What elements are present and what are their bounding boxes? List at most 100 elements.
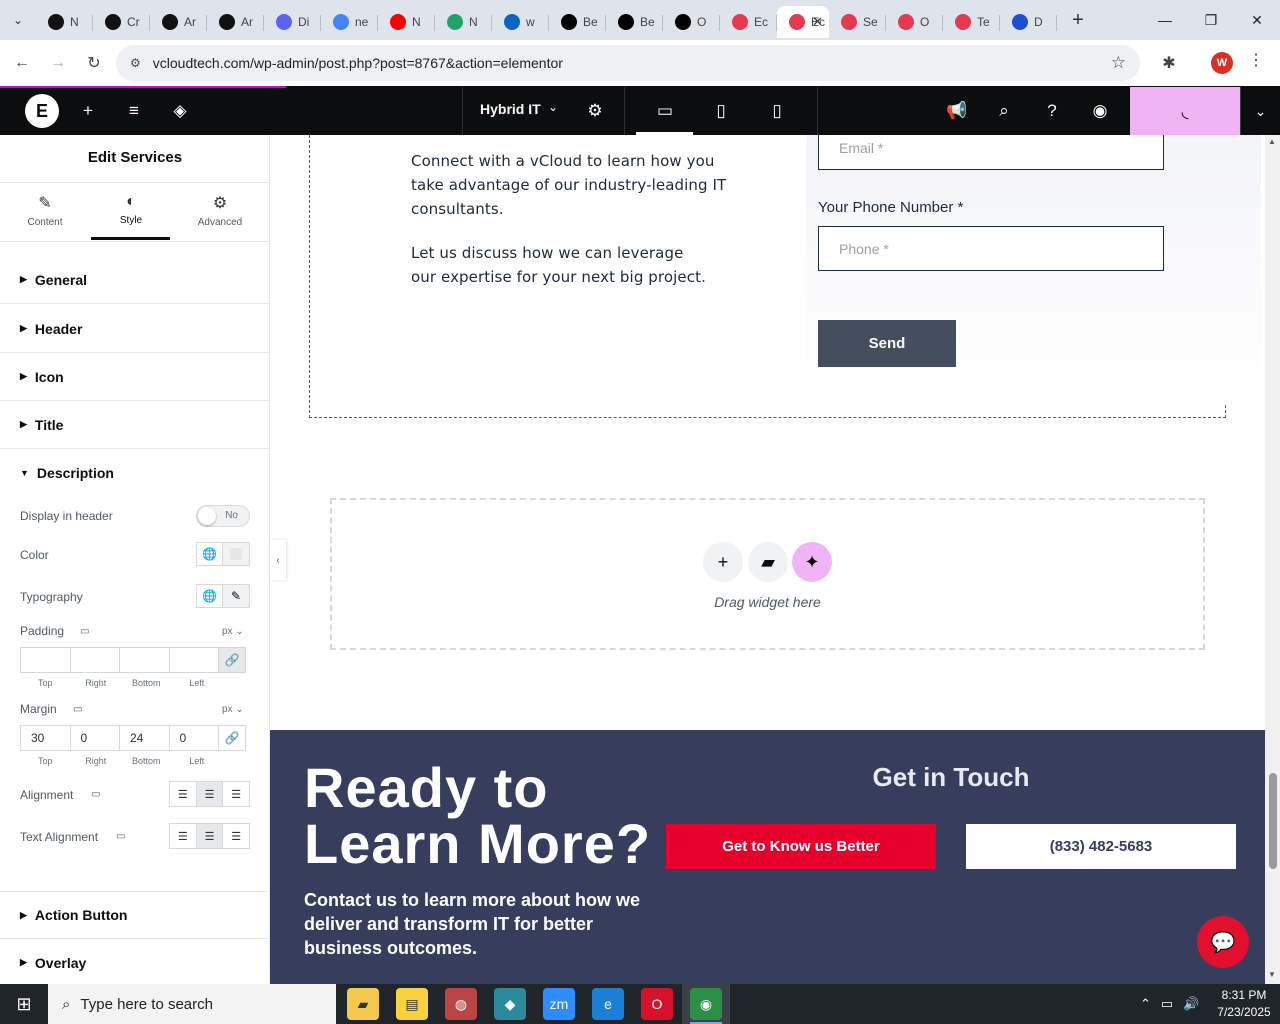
windows-start-icon[interactable]: ⊞ <box>0 984 48 1024</box>
page-settings-gear-icon[interactable]: ⚙ <box>581 97 609 125</box>
edge-icon[interactable]: e <box>592 988 624 1020</box>
structure-layers-icon[interactable]: ◈ <box>166 97 194 125</box>
desktop-responsive-icon[interactable]: ▭ <box>80 626 89 637</box>
site-settings-sliders-icon[interactable]: ≡ <box>120 97 148 125</box>
browser-tab[interactable]: w <box>492 6 549 38</box>
reload-icon[interactable]: ↻ <box>76 45 112 81</box>
tab-style[interactable]: ◐ Style <box>91 193 171 226</box>
browser-tab[interactable]: ne <box>321 6 378 38</box>
add-section-icon[interactable]: + <box>703 542 743 582</box>
bookmark-star-icon[interactable]: ☆ <box>1111 53 1126 73</box>
restore-icon[interactable]: ❐ <box>1188 0 1234 40</box>
site-info-icon[interactable]: ⚙ <box>130 56 141 70</box>
section-action-button[interactable]: ▶ Action Button <box>0 891 270 939</box>
section-header[interactable]: ▶ Header <box>0 305 270 353</box>
taskbar-search[interactable]: ⌕ Type here to search <box>48 984 336 1024</box>
section-icon[interactable]: ▶ Icon <box>0 353 270 401</box>
url-text[interactable]: vcloudtech.com/wp-admin/post.php?post=87… <box>153 55 563 71</box>
tab-content[interactable]: ✎ Content <box>5 193 85 228</box>
elementor-logo-icon[interactable]: E <box>25 94 59 128</box>
browser-tab[interactable]: Cr <box>93 6 150 38</box>
globe-icon[interactable]: 🌐 <box>196 584 223 608</box>
typography-edit-pencil-icon[interactable]: ✎ <box>223 584 250 608</box>
mobile-device-icon[interactable]: ▯ <box>763 97 791 125</box>
phone-field[interactable]: Phone * <box>818 226 1164 271</box>
padding-bottom-input[interactable] <box>119 647 170 673</box>
display-in-header-toggle[interactable]: No <box>196 505 250 527</box>
text-align-center-icon[interactable]: ☰ <box>196 824 224 848</box>
browser-tab[interactable]: Ar <box>150 6 207 38</box>
page-name[interactable]: Hybrid IT <box>480 101 541 117</box>
browser-tab[interactable]: D <box>1000 6 1057 38</box>
phone-button[interactable]: (833) 482-5683 <box>966 824 1236 869</box>
forward-icon[interactable]: → <box>40 45 76 81</box>
section-overlay[interactable]: ▶ Overlay <box>0 939 270 987</box>
padding-left-input[interactable] <box>168 647 219 673</box>
align-center-icon[interactable]: ☰ <box>196 782 224 806</box>
scroll-down-icon[interactable]: ▼ <box>1268 970 1276 979</box>
opera-icon[interactable]: O <box>641 988 673 1020</box>
template-folder-icon[interactable]: ▰ <box>748 542 788 582</box>
app-icon[interactable]: ◍ <box>445 988 477 1020</box>
back-icon[interactable]: ← <box>4 45 40 81</box>
add-element-icon[interactable]: + <box>74 97 102 125</box>
scroll-up-icon[interactable]: ▲ <box>1268 137 1276 146</box>
browser-tab[interactable]: Ar <box>207 6 264 38</box>
globe-icon[interactable]: 🌐 <box>196 542 223 566</box>
browser-tab[interactable]: Be <box>549 6 606 38</box>
align-right-icon[interactable]: ☰ <box>223 782 249 806</box>
app-icon[interactable]: ◆ <box>494 988 526 1020</box>
section-title[interactable]: ▶ Title <box>0 401 270 449</box>
empty-drop-zone[interactable]: + ▰ ✦ Drag widget here <box>330 498 1205 650</box>
get-to-know-button[interactable]: Get to Know us Better <box>666 824 936 869</box>
notifications-megaphone-icon[interactable]: 📢 <box>943 97 971 125</box>
tray-chevron-icon[interactable]: ⌃ <box>1140 996 1151 1012</box>
browser-tab[interactable]: O <box>886 6 943 38</box>
link-values-icon[interactable]: 🔗 <box>218 647 246 673</box>
volume-icon[interactable]: 🔊 <box>1183 996 1199 1012</box>
section-description[interactable]: ▼ Description <box>0 449 270 497</box>
chat-bubble-icon[interactable]: 💬 <box>1197 916 1249 968</box>
publish-button-loading[interactable]: ◟ <box>1130 87 1240 135</box>
padding-top-input[interactable] <box>20 647 71 673</box>
padding-right-input[interactable] <box>69 647 120 673</box>
desktop-responsive-icon[interactable]: ▭ <box>73 704 82 715</box>
browser-tab[interactable]: Di <box>264 6 321 38</box>
browser-tab[interactable]: Be <box>606 6 663 38</box>
margin-bottom-input[interactable]: 24 <box>119 725 170 751</box>
desktop-responsive-icon[interactable]: ▭ <box>91 789 100 800</box>
margin-top-input[interactable]: 30 <box>20 725 71 751</box>
close-tab-icon[interactable]: ✕ <box>812 14 823 30</box>
tablet-device-icon[interactable]: ▯ <box>707 97 735 125</box>
link-values-icon[interactable]: 🔗 <box>218 725 246 751</box>
minimize-icon[interactable]: — <box>1142 0 1188 40</box>
zoom-icon[interactable]: zm <box>543 988 575 1020</box>
publish-options-chevron-icon[interactable]: ⌄ <box>1240 87 1280 135</box>
scroll-thumb[interactable] <box>1269 773 1277 869</box>
browser-tab[interactable]: N <box>36 6 93 38</box>
sticky-notes-icon[interactable]: ▤ <box>396 988 428 1020</box>
browser-tab[interactable]: Ec <box>720 6 777 38</box>
margin-left-input[interactable]: 0 <box>168 725 219 751</box>
omnibox[interactable]: ⚙ vcloudtech.com/wp-admin/post.php?post=… <box>116 45 1140 81</box>
padding-unit-select[interactable]: px ⌄ <box>222 626 244 637</box>
text-align-left-icon[interactable]: ☰ <box>170 824 197 848</box>
search-icon[interactable]: ⌕ <box>990 97 1018 125</box>
extensions-icon[interactable]: ✱ <box>1156 50 1182 76</box>
canvas-scrollbar[interactable]: ▲ ▼ <box>1265 135 1280 984</box>
section-general[interactable]: ▶ General <box>0 256 270 304</box>
network-icon[interactable]: ▭ <box>1161 996 1173 1012</box>
profile-avatar[interactable]: W <box>1211 52 1233 74</box>
chrome-icon[interactable]: ◉ <box>690 988 722 1020</box>
send-button[interactable]: Send <box>818 320 956 367</box>
preview-eye-icon[interactable]: ◉ <box>1086 97 1114 125</box>
help-icon[interactable]: ? <box>1038 97 1066 125</box>
browser-tab[interactable]: Se <box>829 6 886 38</box>
tab-advanced[interactable]: ⚙ Advanced <box>180 193 260 228</box>
clock[interactable]: 8:31 PM 7/23/2025 <box>1214 987 1274 1021</box>
browser-tab[interactable]: N <box>378 6 435 38</box>
new-tab-button[interactable]: + <box>1063 5 1093 35</box>
file-explorer-icon[interactable]: ▰ <box>347 988 379 1020</box>
close-window-icon[interactable]: ✕ <box>1234 0 1280 40</box>
align-left-icon[interactable]: ☰ <box>170 782 197 806</box>
